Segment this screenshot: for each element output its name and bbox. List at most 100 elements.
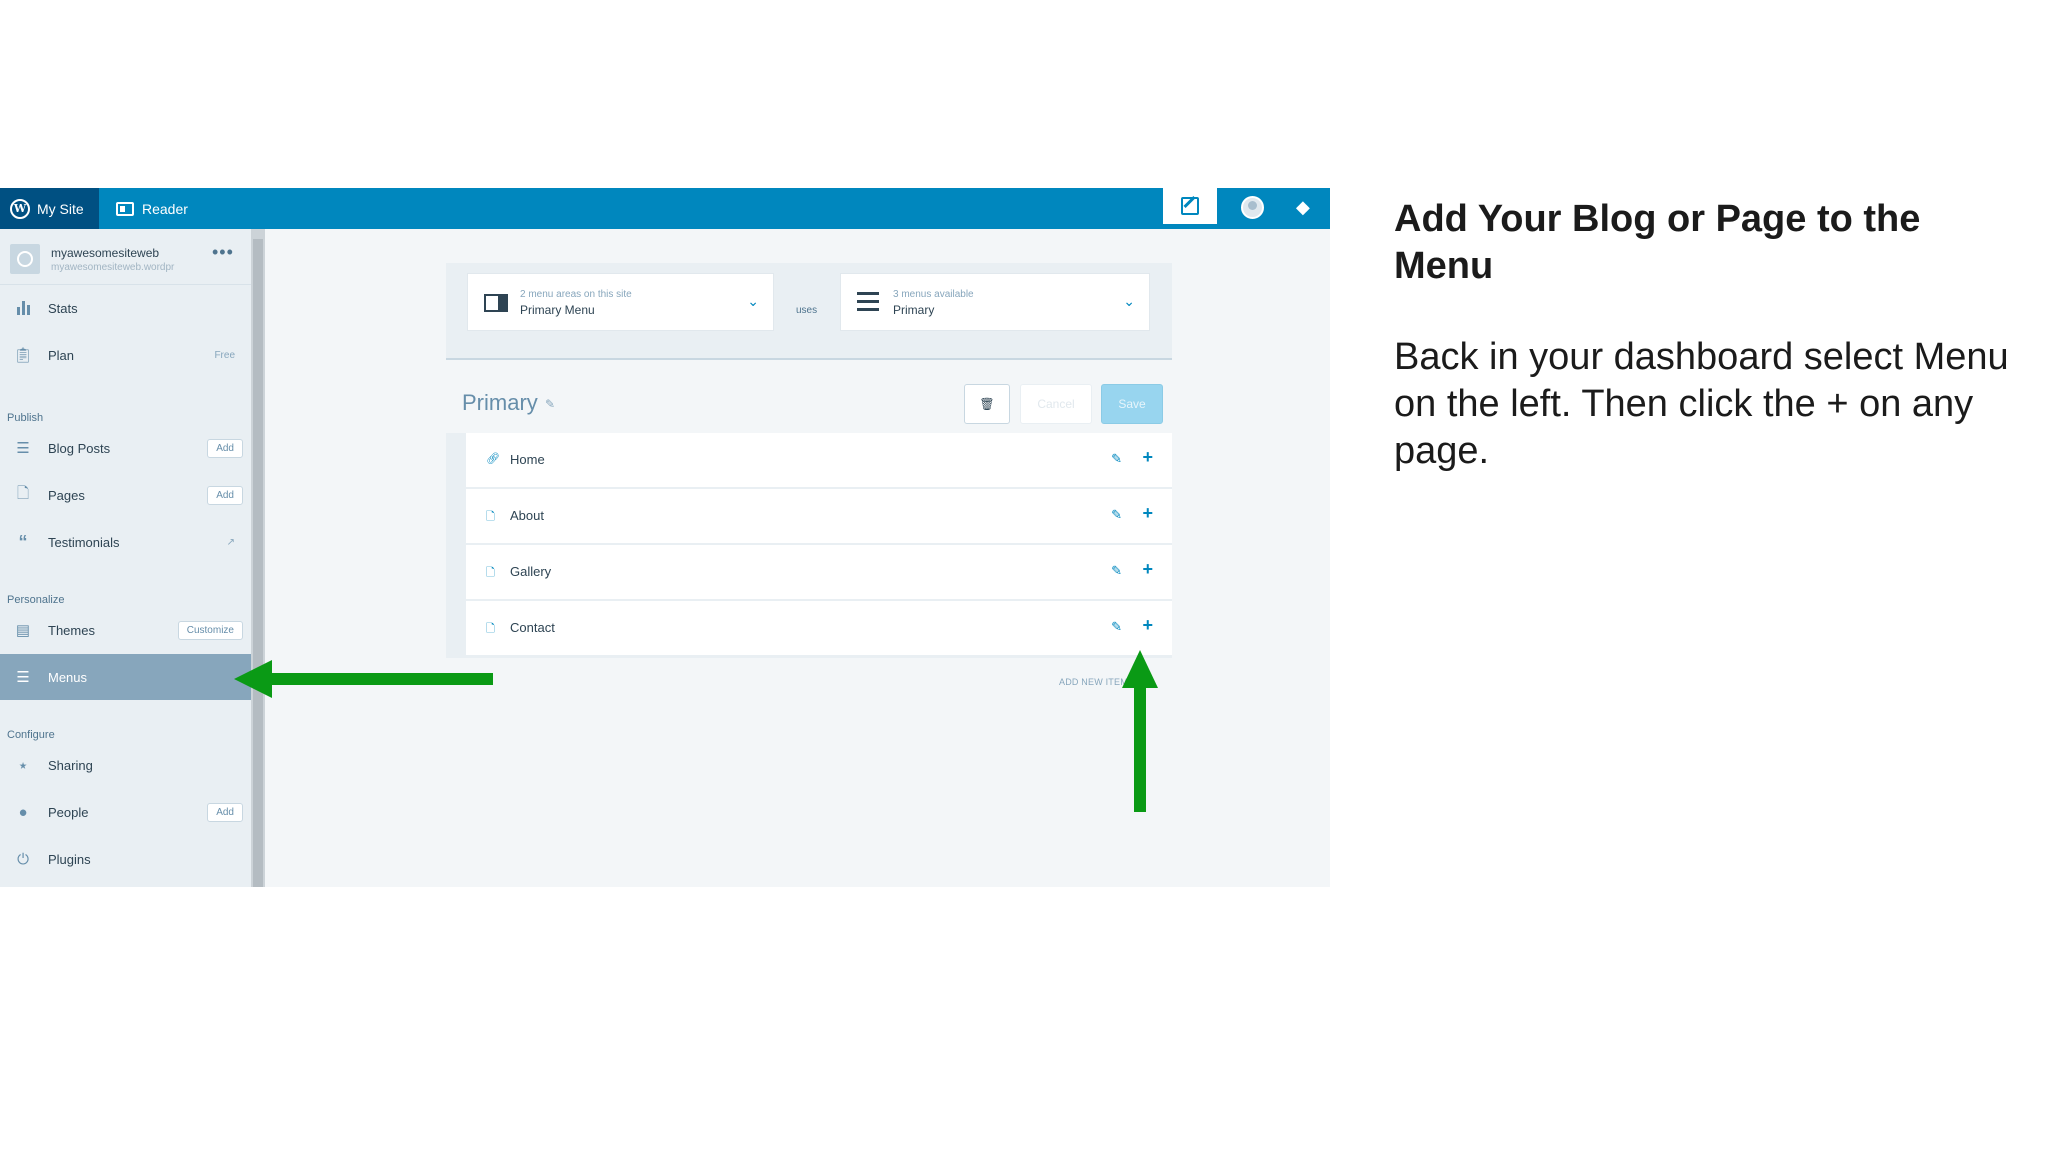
sidebar-item-label: Sharing (48, 757, 93, 773)
menu-area-value: Primary Menu (520, 303, 595, 317)
add-item-plus-icon[interactable]: + (1142, 503, 1153, 524)
sidebar: myawesomesiteweb myawesomesiteweb.wordpr… (0, 229, 251, 887)
menu-area-icon (484, 294, 508, 312)
menu-item-about[interactable]: 🗋︎ About ✎ + (466, 489, 1172, 544)
sidebar-scrollbar[interactable] (251, 229, 265, 887)
reader-button[interactable]: Reader (116, 188, 188, 229)
sidebar-item-stats[interactable]: Stats (0, 285, 251, 331)
section-publish: Publish (7, 412, 44, 424)
menu-items-list: 🔗︎ Home ✎ + 🗋︎ About ✎ + 🗋︎ Gallery ✎ + … (446, 433, 1172, 658)
section-configure: Configure (7, 729, 55, 741)
posts-icon: ☰ (16, 440, 30, 457)
trash-icon: 🗑︎ (979, 397, 995, 411)
quote-icon: “ (18, 531, 28, 552)
left-pointing-arrow (234, 660, 493, 698)
edit-pencil-icon[interactable]: ✎ (1111, 451, 1122, 467)
sidebar-item-label: Stats (48, 300, 78, 316)
menu-item-home[interactable]: 🔗︎ Home ✎ + (466, 433, 1172, 488)
themes-icon: ▤ (15, 622, 31, 639)
sidebar-item-people[interactable]: ● People Add (0, 789, 251, 835)
site-selector[interactable]: myawesomesiteweb myawesomesiteweb.wordpr… (0, 229, 251, 285)
more-options-icon[interactable]: ••• (212, 242, 234, 263)
menus-icon: ☰ (16, 669, 30, 686)
sidebar-item-sharing[interactable]: ⭑ Sharing (0, 742, 251, 788)
site-url: myawesomesiteweb.wordpr (51, 262, 175, 273)
chevron-down-icon: ⌄ (747, 293, 759, 309)
reader-label: Reader (142, 200, 188, 217)
menu-item-label: Home (510, 452, 545, 467)
sidebar-item-plugins[interactable]: ⏻ Plugins (0, 836, 251, 882)
sidebar-item-pages[interactable]: 🗋︎ Pages Add (0, 472, 251, 518)
write-post-button[interactable] (1163, 188, 1217, 224)
add-people-button[interactable]: Add (207, 802, 243, 822)
page-icon: 🗋︎ (486, 511, 495, 523)
write-icon (1181, 197, 1199, 215)
menu-item-label: About (510, 508, 544, 523)
sidebar-item-themes[interactable]: ▤ Themes Customize (0, 607, 251, 653)
add-item-plus-icon[interactable]: + (1142, 615, 1153, 636)
sidebar-item-label: Blog Posts (48, 440, 111, 456)
my-site-button[interactable]: W My Site (0, 188, 99, 229)
sidebar-item-label: People (48, 804, 89, 820)
sidebar-item-label: Plugins (48, 851, 91, 867)
plan-icon: 📋︎ (13, 347, 33, 364)
menu-item-label: Contact (510, 620, 555, 635)
plan-badge: Free (214, 349, 235, 361)
sidebar-item-plan[interactable]: 📋︎ Plan Free (0, 332, 251, 378)
page-icon: 🗋︎ (486, 623, 495, 635)
edit-pencil-icon[interactable]: ✎ (1111, 507, 1122, 523)
menu-item-gallery[interactable]: 🗋︎ Gallery ✎ + (466, 545, 1172, 600)
edit-pencil-icon[interactable]: ✎ (1111, 563, 1122, 579)
up-pointing-arrow (1122, 650, 1158, 812)
slide-title: Add Your Blog or Page to the Menu (1394, 198, 1921, 287)
user-avatar[interactable] (1241, 196, 1264, 219)
wordpress-logo-icon: W (10, 198, 30, 219)
add-new-item-link[interactable]: ADD NEW ITEM (1059, 677, 1128, 687)
sidebar-item-testimonials[interactable]: “ Testimonials ↗ (0, 519, 251, 565)
edit-pencil-icon[interactable]: ✎ (1111, 619, 1122, 635)
add-post-button[interactable]: Add (207, 438, 243, 458)
plug-icon: ⏻ (17, 850, 29, 868)
chevron-down-icon: ⌄ (1123, 293, 1135, 309)
page-icon: 🗋︎ (486, 567, 495, 579)
add-item-plus-icon[interactable]: + (1142, 447, 1153, 468)
menu-dropdown[interactable]: 3 menus available Primary ⌄ (840, 273, 1150, 331)
share-icon: ⭑ (18, 756, 28, 774)
cancel-button[interactable]: Cancel (1020, 384, 1092, 424)
menu-item-label: Gallery (510, 564, 552, 579)
notifications-bell-icon[interactable]: ◆ (1296, 197, 1310, 218)
menu-item-contact[interactable]: 🗋︎ Contact ✎ + (466, 601, 1172, 656)
pages-icon: 🗋︎ (16, 484, 30, 502)
sidebar-item-label: Pages (48, 487, 85, 503)
customize-button[interactable]: Customize (177, 620, 243, 640)
masterbar: W My Site Reader ◆ (0, 188, 1330, 229)
edit-title-pencil-icon[interactable]: ✎ (545, 397, 555, 411)
save-button[interactable]: Save (1101, 384, 1163, 424)
uses-label: uses (796, 305, 818, 316)
menu-selector-bar: 2 menu areas on this site Primary Menu ⌄… (446, 263, 1172, 360)
my-site-label: My Site (37, 200, 84, 217)
menu-areas-count: 2 menu areas on this site (520, 289, 632, 300)
sidebar-item-blog-posts[interactable]: ☰ Blog Posts Add (0, 425, 251, 471)
sidebar-item-label: Testimonials (48, 534, 120, 550)
sidebar-item-label: Plan (48, 347, 75, 363)
menu-list-icon (857, 292, 879, 312)
menus-available-count: 3 menus available (893, 289, 974, 300)
menu-area-dropdown[interactable]: 2 menu areas on this site Primary Menu ⌄ (467, 273, 774, 331)
delete-menu-button[interactable]: 🗑︎ (964, 384, 1010, 424)
section-personalize: Personalize (7, 594, 65, 606)
wordpress-screenshot: W My Site Reader ◆ myawesomesiteweb myaw… (0, 188, 1330, 887)
slide-instructions: Back in your dashboard select Menu on th… (1394, 336, 2009, 472)
add-page-button[interactable]: Add (207, 485, 243, 505)
person-icon: ● (18, 803, 28, 821)
sidebar-item-menus[interactable]: ☰ Menus (0, 654, 251, 700)
link-icon: 🔗︎ (486, 453, 500, 465)
external-link-icon: ↗ (226, 536, 235, 548)
menu-title[interactable]: Primary (462, 390, 538, 416)
site-name: myawesomesiteweb (51, 246, 160, 260)
sidebar-item-label: Menus (48, 669, 88, 685)
reader-icon (116, 201, 134, 216)
slide: W My Site Reader ◆ myawesomesiteweb myaw… (0, 0, 2048, 1152)
menu-value: Primary (893, 303, 935, 317)
add-item-plus-icon[interactable]: + (1142, 559, 1153, 580)
